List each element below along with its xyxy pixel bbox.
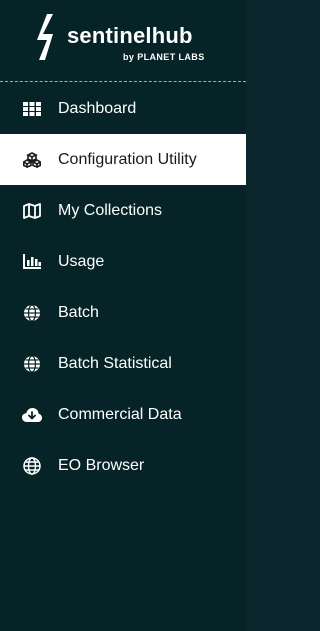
nav-item-dashboard[interactable]: Dashboard bbox=[0, 83, 246, 134]
main-nav: Dashboard Configuration Utility My Colle… bbox=[0, 83, 246, 491]
nav-label-my-collections: My Collections bbox=[58, 201, 163, 219]
cloud-download-icon bbox=[22, 405, 42, 425]
nav-label-dashboard: Dashboard bbox=[58, 99, 137, 117]
nav-item-eo-browser[interactable]: EO Browser bbox=[0, 440, 246, 491]
nav-label-commercial-data: Commercial Data bbox=[58, 405, 182, 423]
sentinelhub-logo-icon bbox=[37, 14, 53, 60]
brand-header[interactable]: sentinelhub by PLANET LABS bbox=[0, 0, 246, 82]
bar-chart-icon bbox=[22, 252, 42, 272]
nav-label-batch: Batch bbox=[58, 303, 99, 321]
nav-item-batch-statistical[interactable]: Batch Statistical bbox=[0, 338, 246, 389]
nav-item-usage[interactable]: Usage bbox=[0, 236, 246, 287]
globe-icon bbox=[22, 354, 42, 374]
brand-name: sentinelhub bbox=[67, 23, 193, 48]
grid-icon bbox=[22, 99, 42, 119]
nav-label-batch-statistical: Batch Statistical bbox=[58, 354, 172, 372]
globe-outline-icon bbox=[22, 456, 42, 476]
nav-label-configuration-utility: Configuration Utility bbox=[58, 150, 197, 168]
map-icon bbox=[22, 201, 42, 221]
nav-label-usage: Usage bbox=[58, 252, 105, 270]
nav-item-batch[interactable]: Batch bbox=[0, 287, 246, 338]
nav-item-commercial-data[interactable]: Commercial Data bbox=[0, 389, 246, 440]
cubes-icon bbox=[22, 150, 42, 170]
nav-item-my-collections[interactable]: My Collections bbox=[0, 185, 246, 236]
nav-label-eo-browser: EO Browser bbox=[58, 456, 145, 474]
globe-icon bbox=[22, 303, 42, 323]
nav-item-configuration-utility[interactable]: Configuration Utility bbox=[0, 134, 246, 185]
brand-subtitle: by PLANET LABS bbox=[123, 52, 205, 62]
sidebar: sentinelhub by PLANET LABS Dashboard Con… bbox=[0, 0, 246, 631]
